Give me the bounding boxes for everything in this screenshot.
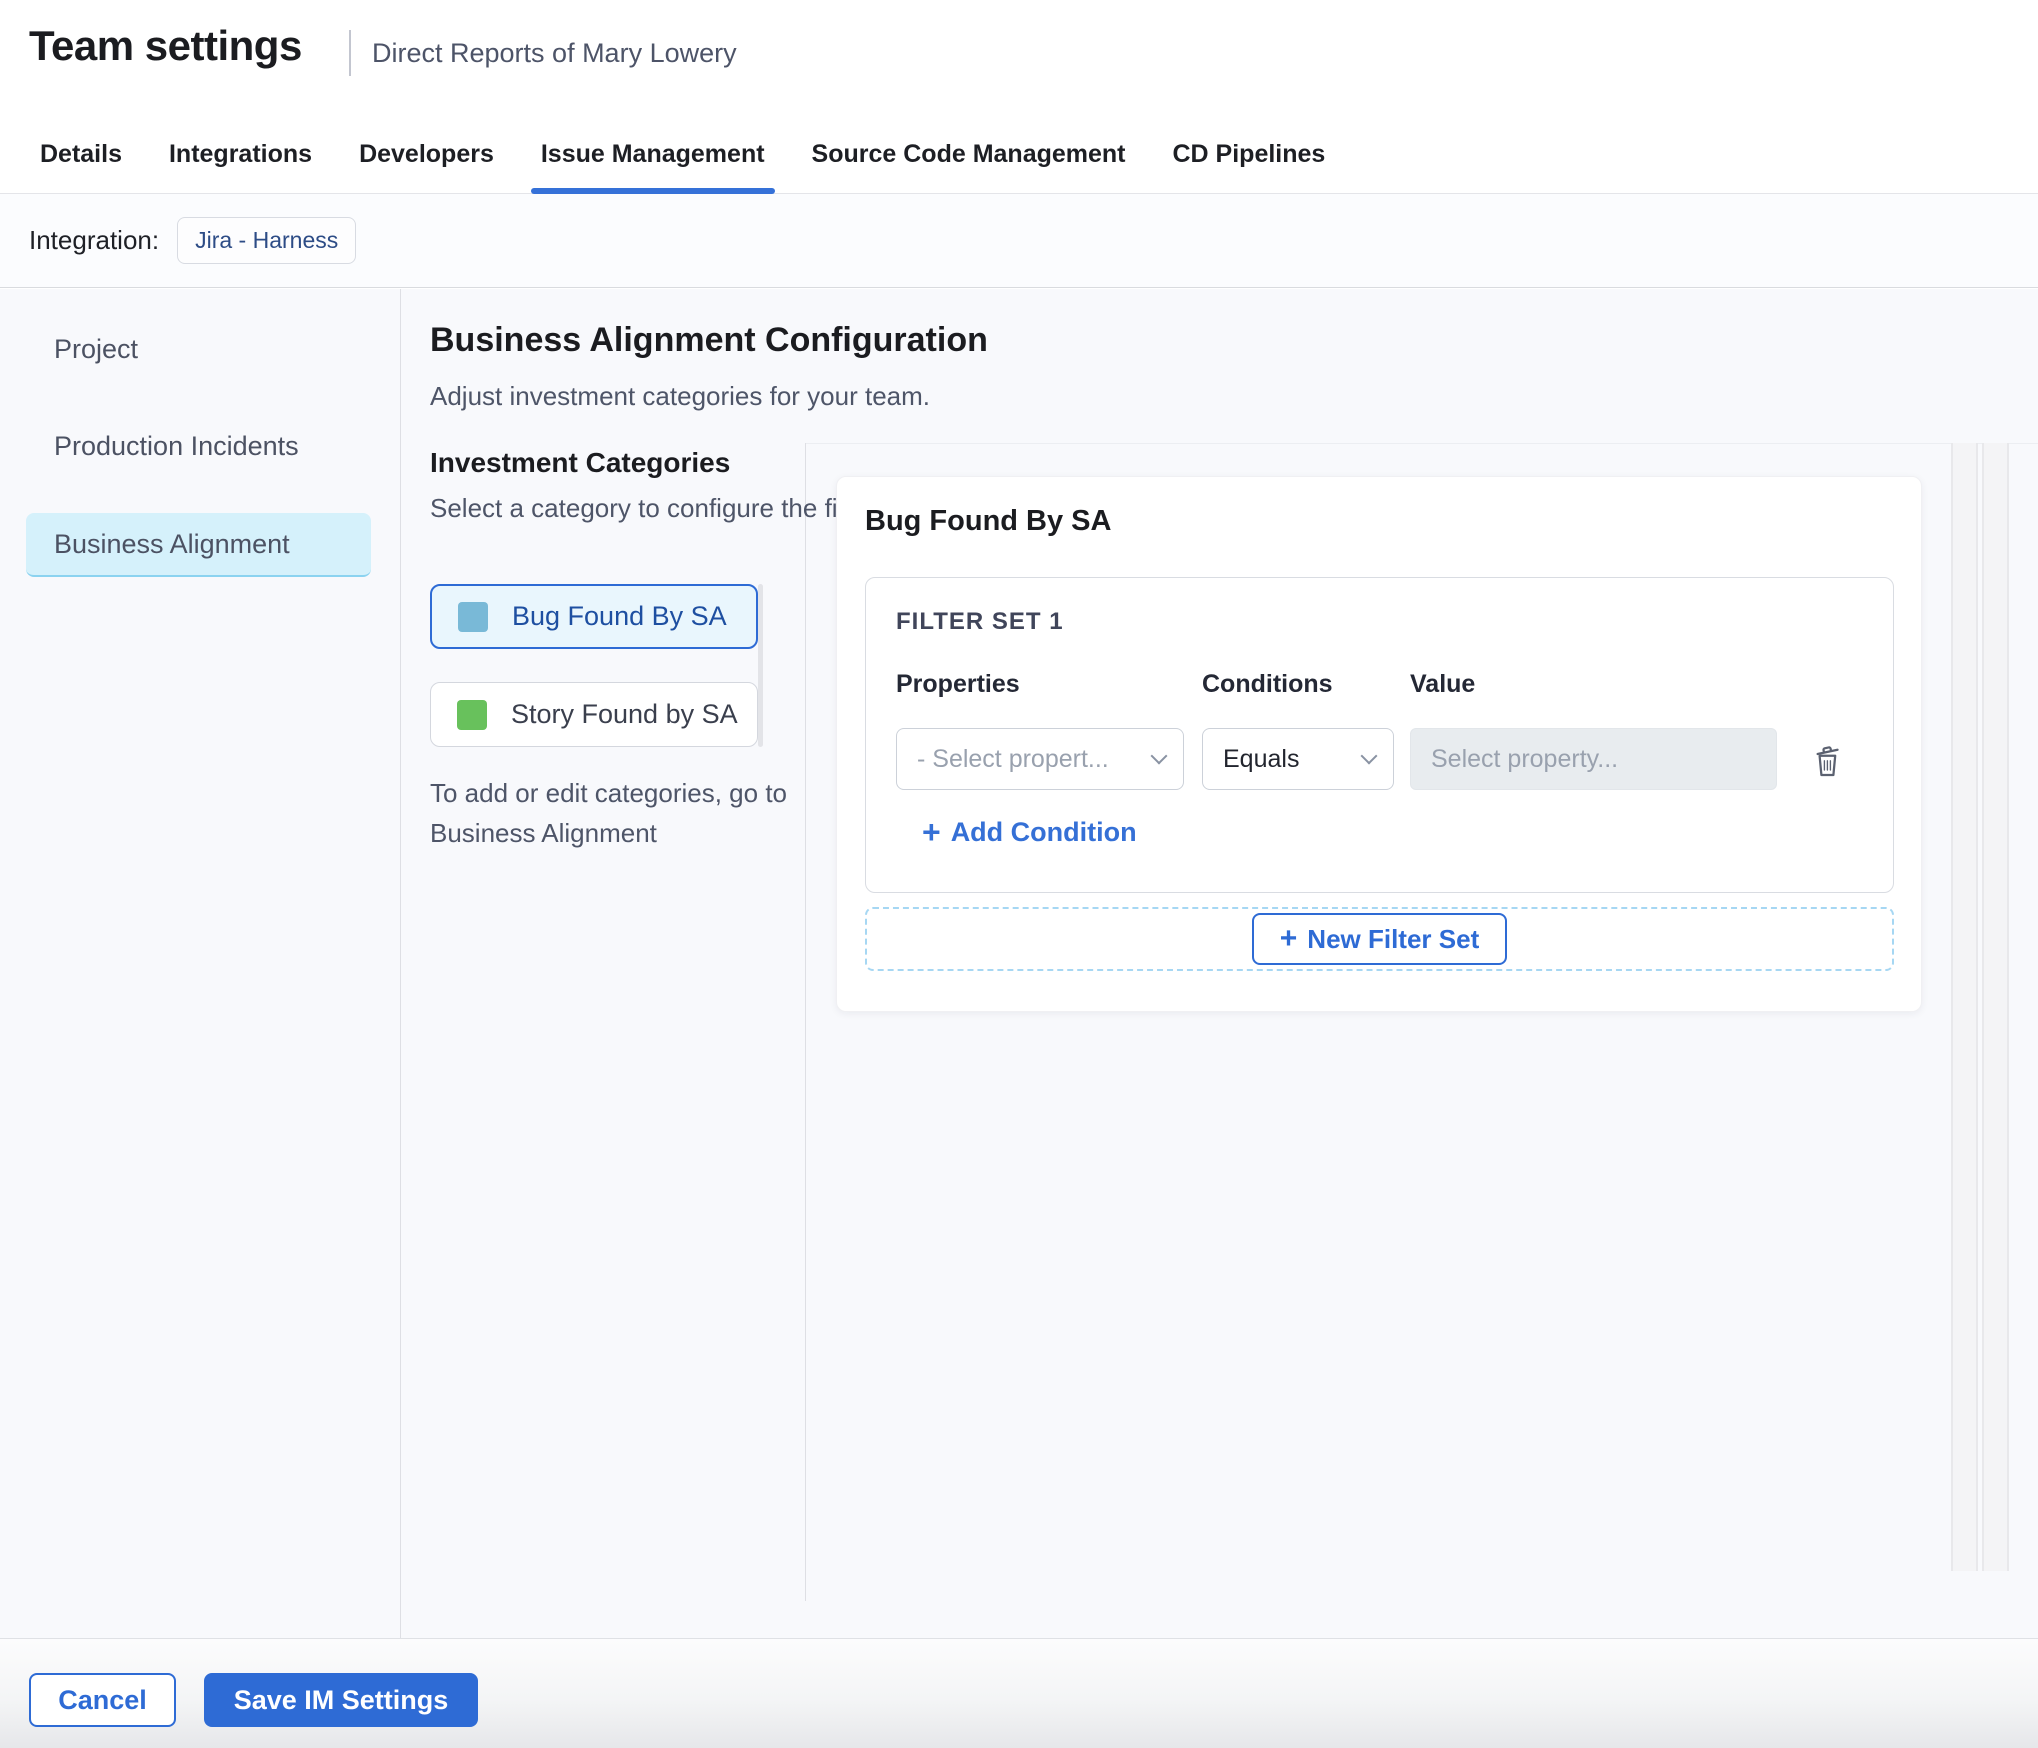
value-column-label: Value [1410,670,1476,698]
tab-issue-management[interactable]: Issue Management [530,115,775,194]
property-select-placeholder: - Select propert... [917,744,1109,773]
sidebar-divider [400,289,401,1638]
inner-scrollbar-track[interactable] [1951,443,1978,1571]
investment-categories-helper: Select a category to configure the filte… [430,493,887,523]
add-condition-button[interactable]: + Add Condition [922,816,1137,848]
condition-select[interactable]: Equals [1202,728,1394,790]
conditions-column-label: Conditions [1202,670,1333,698]
plus-icon: + [922,814,941,850]
properties-column-label: Properties [896,670,1020,698]
categories-footnote: To add or edit categories, go to Busines… [430,778,788,848]
tab-developers[interactable]: Developers [349,115,504,193]
value-input[interactable] [1410,728,1777,790]
footer-bar: Cancel Save IM Settings [0,1638,2038,1748]
category-list-scrollbar[interactable] [758,584,763,747]
property-select[interactable]: - Select propert... [896,728,1184,790]
cancel-button[interactable]: Cancel [29,1673,176,1727]
config-heading: Business Alignment Configuration [430,321,988,359]
new-filter-set-label: New Filter Set [1307,923,1480,954]
main-content: Project Production Incidents Business Al… [0,289,2038,1638]
page-title: Team settings [29,22,302,69]
sidebar-item-business-alignment[interactable]: Business Alignment [26,513,371,577]
condition-select-value: Equals [1223,744,1300,773]
tab-source-code-management[interactable]: Source Code Management [802,115,1136,193]
category-color-swatch [458,601,488,632]
filter-set-1: FILTER SET 1 Properties Conditions Value… [865,577,1894,893]
category-color-swatch [457,699,487,730]
config-subheading: Adjust investment categories for your te… [430,381,931,411]
tab-integrations[interactable]: Integrations [159,115,322,193]
save-im-settings-button[interactable]: Save IM Settings [204,1673,478,1727]
new-filter-set-zone: + New Filter Set [865,907,1894,971]
add-condition-label: Add Condition [950,816,1137,847]
page-subtitle: Direct Reports of Mary Lowery [372,38,737,68]
investment-categories-title: Investment Categories [430,447,731,478]
filter-set-title: FILTER SET 1 [896,608,1064,635]
category-label: Story Found by SA [511,699,738,729]
category-label: Bug Found By SA [512,601,727,631]
tab-bar: Details Integrations Developers Issue Ma… [0,115,2038,194]
page-header: Team settings Direct Reports of Mary Low… [0,0,2038,115]
trash-icon [1816,746,1839,777]
tab-cd-pipelines[interactable]: CD Pipelines [1163,115,1336,193]
sidebar-item-production-incidents[interactable]: Production Incidents [26,414,371,478]
title-divider [349,30,351,76]
chevron-down-icon [1360,747,1378,765]
category-story-found-by-sa[interactable]: Story Found by SA [430,682,758,747]
tab-details[interactable]: Details [30,115,132,193]
outer-scrollbar-track[interactable] [1982,443,2009,1571]
integration-label: Integration: [29,225,160,255]
sidebar-item-project[interactable]: Project [26,317,371,381]
integration-chip[interactable]: Jira - Harness [177,217,357,264]
chevron-down-icon [1150,747,1168,765]
plus-icon: + [1279,922,1298,955]
integration-row: Integration: Jira - Harness [0,194,2038,288]
delete-condition-button[interactable] [1804,736,1852,784]
filter-card-title: Bug Found By SA [865,505,1112,537]
new-filter-set-button[interactable]: + New Filter Set [1251,913,1508,965]
filter-configuration-card: Bug Found By SA FILTER SET 1 Properties … [836,476,1922,1012]
category-bug-found-by-sa[interactable]: Bug Found By SA [430,584,758,649]
panel-divider [805,443,806,1601]
panel-top-divider [806,443,2038,444]
team-settings-page: Team settings Direct Reports of Mary Low… [0,0,2038,1748]
